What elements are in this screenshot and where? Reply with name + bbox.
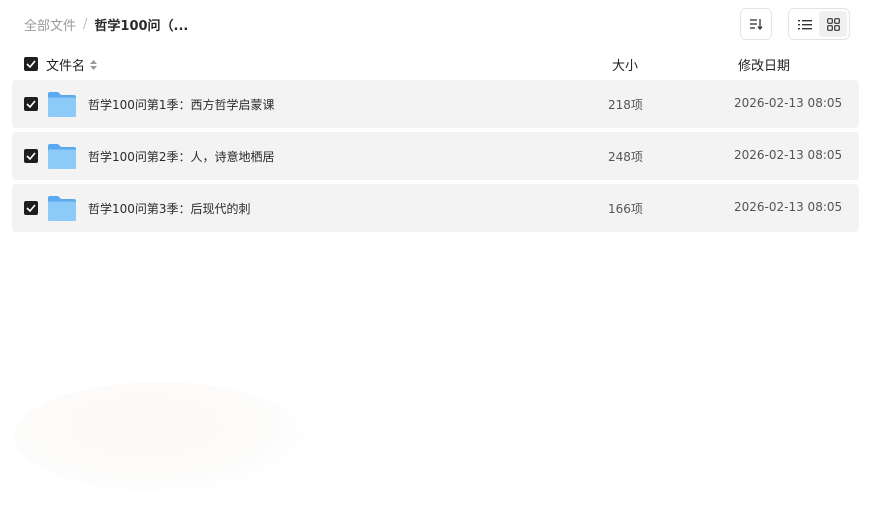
breadcrumb-current: 哲学100问（... (94, 18, 189, 34)
file-size: 218项 (608, 98, 643, 112)
column-header-name[interactable]: 文件名 (46, 55, 98, 74)
file-row[interactable]: 哲学100问第1季：西方哲学启蒙课 218项 2026-02-13 08:05 (12, 80, 859, 128)
file-date: 2026-02-13 08:05 (734, 200, 843, 214)
select-all-checkbox[interactable] (24, 57, 38, 71)
grid-view-icon (826, 17, 840, 31)
file-browser: 全部文件 / 哲学100问（... 文件名 大小 修改日期 哲学100问第1季：… (0, 0, 874, 514)
background-haze (14, 382, 304, 492)
breadcrumb-root[interactable]: 全部文件 (24, 15, 76, 34)
grid-view-button[interactable] (819, 11, 847, 37)
file-date: 2026-02-13 08:05 (734, 148, 843, 162)
sort-button[interactable] (740, 8, 772, 40)
file-name[interactable]: 哲学100问第2季：人，诗意地栖居 (88, 148, 275, 165)
check-icon (26, 60, 36, 68)
column-header-date[interactable]: 修改日期 (738, 55, 790, 74)
file-row[interactable]: 哲学100问第3季：后现代的刺 166项 2026-02-13 08:05 (12, 184, 859, 232)
sort-arrows-icon (90, 59, 98, 70)
check-icon (26, 152, 36, 160)
breadcrumb: 全部文件 / 哲学100问（... (24, 14, 188, 34)
file-size: 166项 (608, 202, 643, 216)
row-checkbox[interactable] (24, 97, 38, 111)
check-icon (26, 100, 36, 108)
folder-icon (48, 144, 76, 169)
row-checkbox[interactable] (24, 201, 38, 215)
file-list: 哲学100问第1季：西方哲学启蒙课 218项 2026-02-13 08:05 … (12, 80, 859, 236)
check-icon (26, 204, 36, 212)
file-date: 2026-02-13 08:05 (734, 96, 843, 110)
sort-icon (750, 19, 763, 30)
column-header-size[interactable]: 大小 (612, 55, 638, 74)
table-header: 文件名 大小 修改日期 (0, 52, 874, 76)
file-row[interactable]: 哲学100问第2季：人，诗意地栖居 248项 2026-02-13 08:05 (12, 132, 859, 180)
column-header-name-label: 文件名 (46, 59, 86, 74)
row-checkbox[interactable] (24, 149, 38, 163)
view-toggle (788, 8, 850, 40)
file-name[interactable]: 哲学100问第1季：西方哲学启蒙课 (88, 96, 275, 113)
file-name[interactable]: 哲学100问第3季：后现代的刺 (88, 200, 251, 217)
breadcrumb-separator: / (83, 16, 88, 32)
list-view-icon (798, 19, 812, 29)
folder-icon (48, 92, 76, 117)
folder-icon (48, 196, 76, 221)
list-view-button[interactable] (791, 11, 819, 37)
file-size: 248项 (608, 150, 643, 164)
